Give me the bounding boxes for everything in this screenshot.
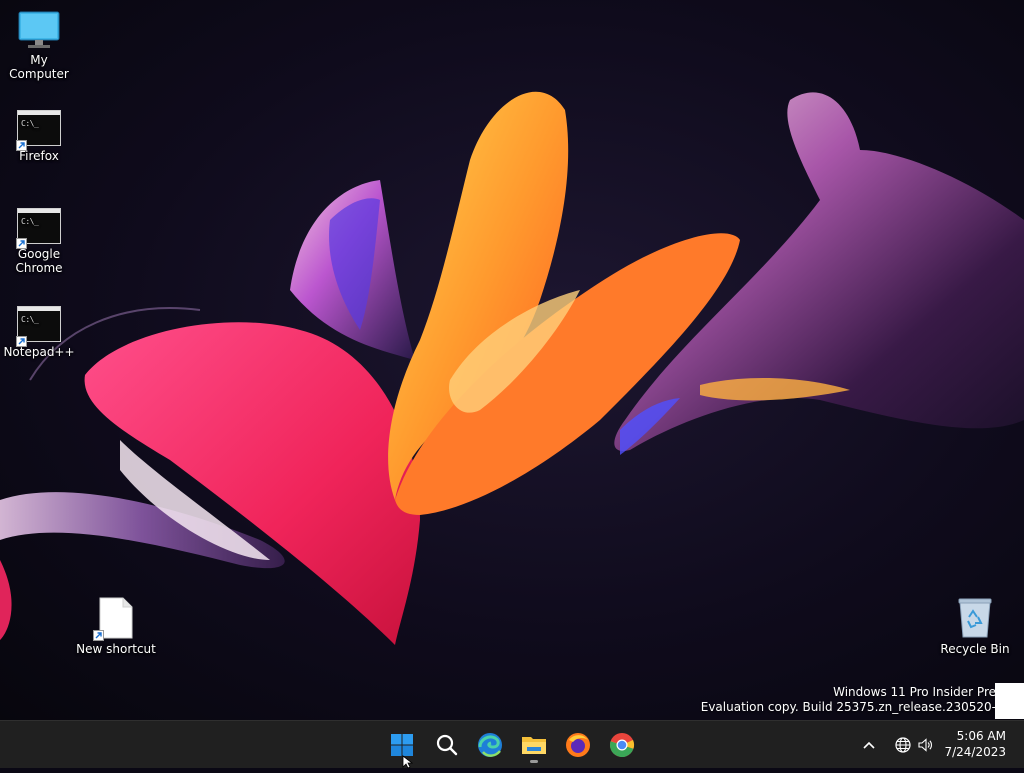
taskbar-clock[interactable]: 5:06 AM 7/24/2023 — [944, 728, 1006, 760]
cmd-shortcut-icon: C:\_ — [16, 110, 61, 151]
cmd-prompt-text: C:\_ — [21, 217, 39, 226]
system-tray — [858, 721, 936, 769]
desktop-icon-my-computer[interactable]: My Computer — [0, 10, 79, 81]
file-explorer-button[interactable] — [516, 727, 552, 763]
shortcut-arrow-icon — [16, 140, 27, 151]
chevron-up-icon — [863, 741, 875, 749]
desktop-icon-label: Notepad++ — [3, 345, 75, 359]
cmd-prompt-text: C:\_ — [21, 119, 39, 128]
chrome-icon — [609, 733, 635, 758]
globe-icon — [895, 737, 911, 753]
search-button[interactable] — [429, 727, 465, 763]
taskbar: 5:06 AM 7/24/2023 — [0, 720, 1024, 768]
shortcut-arrow-icon — [16, 238, 27, 249]
clock-date: 7/24/2023 — [944, 745, 1006, 759]
folder-icon — [522, 737, 546, 754]
desktop-icon-notepad-plus-plus[interactable]: C:\_ Notepad++ — [0, 306, 79, 359]
monitor-icon — [17, 10, 61, 50]
desktop-icon-recycle-bin[interactable]: Recycle Bin — [935, 597, 1015, 656]
speaker-icon — [918, 738, 932, 752]
desktop-icon-label: Recycle Bin — [940, 642, 1010, 656]
desktop-icon-new-shortcut[interactable]: New shortcut — [76, 597, 156, 656]
cmd-prompt-text: C:\_ — [21, 315, 39, 324]
file-shortcut-icon — [93, 597, 133, 641]
clock-time: 5:06 AM — [956, 729, 1006, 743]
mouse-cursor — [402, 754, 414, 773]
show-hidden-icons-button[interactable] — [858, 730, 880, 760]
desktop-icon-label: New shortcut — [76, 642, 156, 656]
watermark-line-1: Windows 11 Pro Insider Pre — [833, 685, 996, 699]
recycle-bin-icon — [957, 597, 993, 639]
cmd-shortcut-icon: C:\_ — [16, 208, 61, 249]
evaluation-watermark: Windows 11 Pro Insider Pre Evaluation co… — [701, 685, 996, 715]
volume-button[interactable] — [914, 730, 936, 760]
search-icon — [436, 734, 458, 756]
shortcut-arrow-icon — [16, 336, 27, 347]
watermark-line-2: Evaluation copy. Build 25375.zn_release.… — [700, 700, 996, 714]
desktop-icon-label: My Computer — [9, 53, 69, 81]
desktop-icon-label: Firefox — [19, 149, 59, 163]
white-overlay-box — [995, 683, 1024, 719]
edge-icon — [478, 733, 502, 757]
network-button[interactable] — [892, 730, 914, 760]
edge-button[interactable] — [472, 727, 508, 763]
desktop-icon-firefox[interactable]: C:\_ Firefox — [0, 110, 79, 163]
desktop-icon-label: Google Chrome — [15, 247, 63, 275]
shortcut-arrow-icon — [93, 630, 104, 641]
chrome-button[interactable] — [604, 727, 640, 763]
firefox-button[interactable] — [560, 727, 596, 763]
cmd-shortcut-icon: C:\_ — [16, 306, 61, 347]
desktop-icon-google-chrome[interactable]: C:\_ Google Chrome — [0, 208, 79, 275]
firefox-icon — [566, 733, 590, 757]
